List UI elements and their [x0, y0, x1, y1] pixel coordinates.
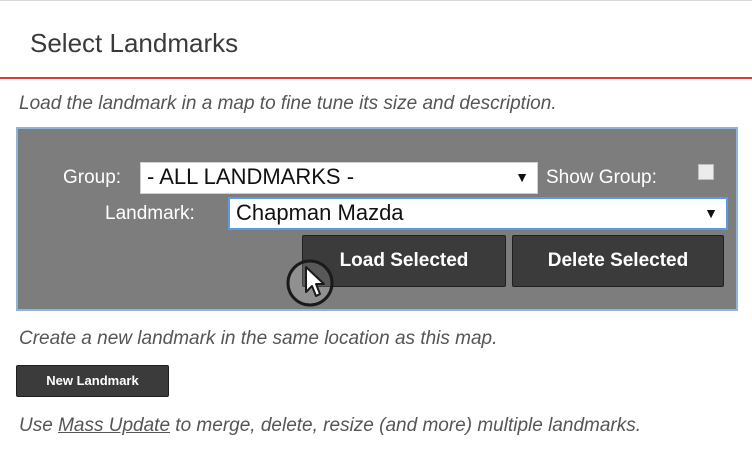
panel-header: Select Landmarks: [0, 2, 752, 79]
dropdown-arrow-icon: ▼: [704, 205, 718, 221]
panel-title: Select Landmarks: [30, 28, 239, 58]
landmark-select[interactable]: Chapman Mazda ▼: [228, 197, 728, 230]
load-hint-text: Load the landmark in a map to fine tune …: [19, 93, 557, 114]
show-group-label: Show Group:: [546, 167, 657, 188]
load-selected-button[interactable]: Load Selected: [302, 235, 506, 287]
mass-update-suffix: to merge, delete, resize (and more) mult…: [170, 415, 642, 436]
new-landmark-button[interactable]: New Landmark: [16, 365, 169, 397]
show-group-checkbox[interactable]: [698, 164, 714, 180]
mass-update-prefix: Use: [19, 415, 59, 436]
mass-update-text: Use Mass Update to merge, delete, resize…: [19, 411, 739, 440]
landmark-select-value: Chapman Mazda: [236, 200, 404, 225]
landmark-selector-box: Group: - ALL LANDMARKS - ▼ Show Group: L…: [16, 127, 738, 311]
landmark-label: Landmark:: [105, 203, 195, 224]
group-label: Group:: [63, 167, 122, 188]
group-select[interactable]: - ALL LANDMARKS - ▼: [140, 162, 538, 194]
group-select-value: - ALL LANDMARKS -: [147, 164, 355, 189]
delete-selected-button[interactable]: Delete Selected: [512, 235, 724, 287]
mass-update-link[interactable]: Mass Update: [58, 415, 170, 436]
dropdown-arrow-icon: ▼: [515, 169, 529, 185]
create-hint-text: Create a new landmark in the same locati…: [19, 328, 498, 349]
select-landmarks-panel: Select Landmarks Load the landmark in a …: [0, 0, 752, 465]
